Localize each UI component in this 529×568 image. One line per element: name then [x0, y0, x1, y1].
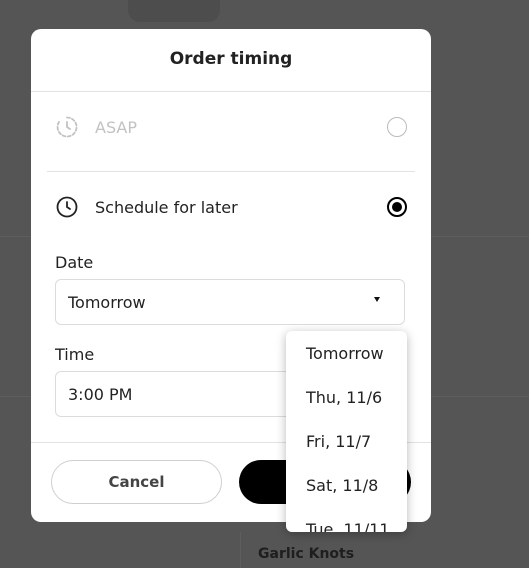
date-select[interactable]: Tomorrow [55, 279, 405, 325]
clock-icon [56, 116, 78, 138]
date-dropdown-menu: Tomorrow Thu, 11/6 Fri, 11/7 Sat, 11/8 T… [286, 331, 407, 532]
dropdown-option[interactable]: Thu, 11/6 [286, 375, 407, 419]
cancel-button[interactable]: Cancel [51, 460, 222, 504]
radio-schedule-later[interactable] [387, 197, 407, 217]
time-label: Time [55, 345, 95, 364]
background-pill [128, 0, 220, 22]
dropdown-option[interactable]: Sat, 11/8 [286, 463, 407, 507]
option-asap-label: ASAP [95, 117, 137, 137]
date-label: Date [55, 253, 94, 272]
option-schedule-later-label: Schedule for later [95, 197, 238, 217]
time-select-value: 3:00 PM [68, 384, 133, 404]
dropdown-option[interactable]: Tue, 11/11 [286, 507, 407, 533]
radio-asap[interactable] [387, 117, 407, 137]
background-divider [240, 532, 241, 568]
option-asap[interactable]: ASAP [47, 107, 415, 147]
title-divider [31, 91, 431, 92]
dropdown-option[interactable]: Fri, 11/7 [286, 419, 407, 463]
menu-item-title: Garlic Knots [258, 546, 355, 562]
chevron-down-icon [374, 297, 380, 302]
option-schedule-later[interactable]: Schedule for later [47, 187, 415, 227]
modal-title: Order timing [169, 49, 293, 69]
option-divider [47, 171, 415, 172]
date-select-value: Tomorrow [68, 292, 146, 312]
dropdown-option[interactable]: Tomorrow [286, 331, 407, 375]
clock-icon [56, 196, 78, 218]
